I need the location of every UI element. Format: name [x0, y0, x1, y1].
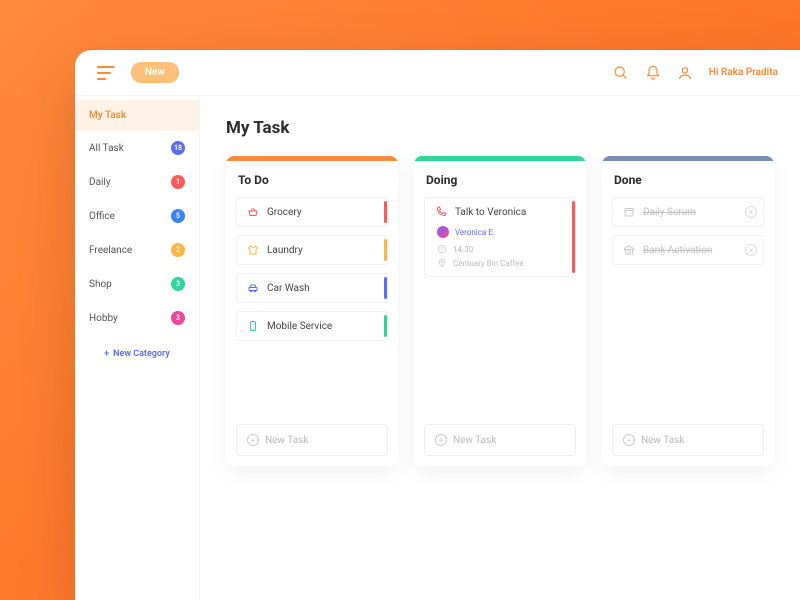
bank-icon — [623, 244, 635, 256]
sidebar: My Task All Task18 Daily1 Office5 Freela… — [75, 96, 200, 600]
sidebar-item-all-task[interactable]: All Task18 — [75, 131, 199, 165]
search-icon[interactable] — [613, 65, 629, 81]
badge: 1 — [171, 175, 185, 189]
plus-icon: + — [247, 434, 259, 446]
shirt-icon — [247, 244, 259, 256]
plus-icon: + — [435, 434, 447, 446]
app-window: New Hi Raka Pradita My Task All Task18 D… — [75, 50, 800, 600]
basket-icon — [247, 206, 259, 218]
badge: 18 — [171, 141, 185, 155]
task-card-expanded[interactable]: Talk to Veronica Veronica E. 14.30 Centu… — [424, 197, 576, 277]
person-name[interactable]: Veronica E. — [455, 228, 495, 237]
task-card[interactable]: Car Wash — [236, 273, 388, 303]
plus-icon: + — [104, 349, 109, 359]
task-card[interactable]: Grocery — [236, 197, 388, 227]
plus-icon: + — [623, 434, 635, 446]
column-title: To Do — [226, 161, 398, 197]
avatar — [437, 226, 449, 238]
user-greeting: Hi Raka Pradita — [709, 67, 778, 78]
badge: 3 — [171, 277, 185, 291]
calendar-icon — [623, 206, 635, 218]
column-done: Done Daily Scrum × Bank Activation × — [602, 156, 774, 466]
new-task-button[interactable]: +New Task — [236, 424, 388, 456]
menu-icon[interactable] — [97, 66, 115, 80]
column-todo: To Do Grocery Laundry Car Wash — [226, 156, 398, 466]
page-title: My Task — [226, 118, 774, 138]
badge: 5 — [171, 209, 185, 223]
badge: 2 — [171, 243, 185, 257]
bell-icon[interactable] — [645, 65, 661, 81]
main: My Task To Do Grocery Laundry — [200, 96, 800, 600]
badge: 3 — [171, 311, 185, 325]
phone-icon — [247, 320, 259, 332]
sidebar-item-my-task[interactable]: My Task — [75, 100, 199, 131]
task-card[interactable]: Laundry — [236, 235, 388, 265]
column-title: Doing — [414, 161, 586, 197]
remove-icon[interactable]: × — [745, 206, 757, 218]
new-button[interactable]: New — [131, 62, 179, 83]
car-icon — [247, 282, 259, 294]
remove-icon[interactable]: × — [745, 244, 757, 256]
new-task-button[interactable]: +New Task — [424, 424, 576, 456]
sidebar-item-daily[interactable]: Daily1 — [75, 165, 199, 199]
sidebar-item-shop[interactable]: Shop3 — [75, 267, 199, 301]
kanban-columns: To Do Grocery Laundry Car Wash — [226, 156, 774, 466]
column-doing: Doing Talk to Veronica Veronica E. 14.30… — [414, 156, 586, 466]
topbar: New Hi Raka Pradita — [75, 50, 800, 96]
new-category-button[interactable]: +New Category — [75, 349, 199, 359]
sidebar-item-freelance[interactable]: Freelance2 — [75, 233, 199, 267]
task-card[interactable]: Mobile Service — [236, 311, 388, 341]
column-title: Done — [602, 161, 774, 197]
sidebar-item-office[interactable]: Office5 — [75, 199, 199, 233]
location-icon — [437, 258, 447, 268]
task-card-done[interactable]: Bank Activation × — [612, 235, 764, 265]
phone-call-icon — [435, 206, 447, 218]
user-icon[interactable] — [677, 65, 693, 81]
task-card-done[interactable]: Daily Scrum × — [612, 197, 764, 227]
clock-icon — [437, 244, 447, 254]
sidebar-item-hobby[interactable]: Hobby3 — [75, 301, 199, 335]
new-task-button[interactable]: +New Task — [612, 424, 764, 456]
